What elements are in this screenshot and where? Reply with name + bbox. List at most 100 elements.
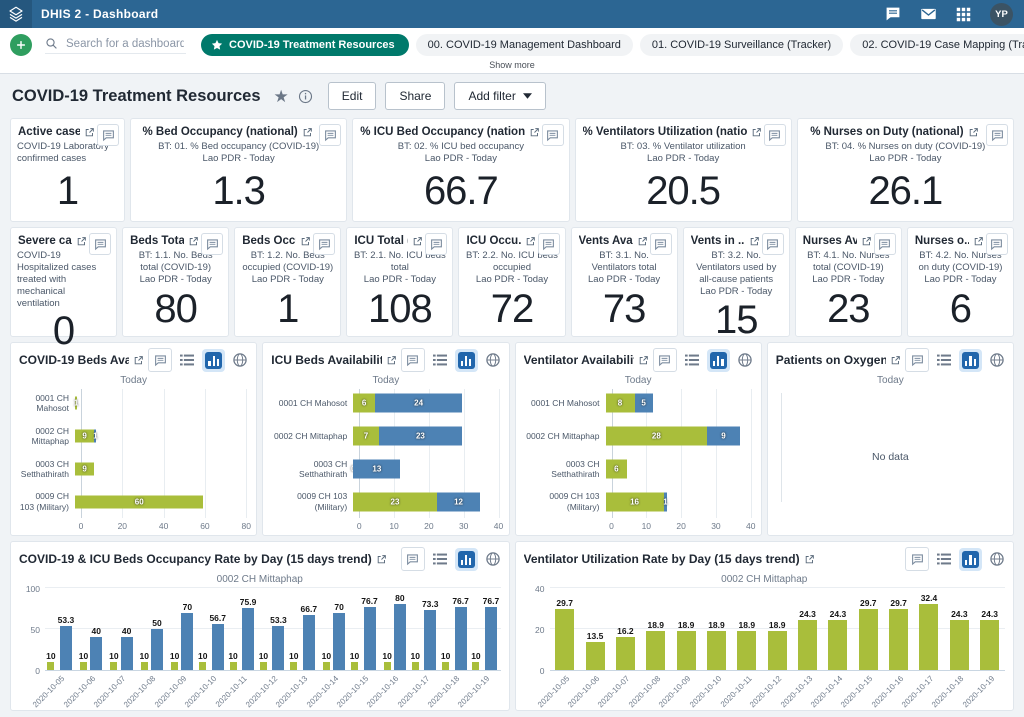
bar-label: 1 xyxy=(663,497,667,506)
open-in-app-icon[interactable] xyxy=(751,127,762,138)
info-icon[interactable] xyxy=(298,89,313,104)
bar-label: 7 xyxy=(364,432,368,441)
open-in-app-icon[interactable] xyxy=(76,236,87,247)
open-in-app-icon[interactable] xyxy=(302,127,313,138)
comment-button[interactable] xyxy=(542,124,564,146)
bar-label: 18.9 xyxy=(647,620,664,630)
comment-button[interactable] xyxy=(986,233,1008,255)
dashboard-chip[interactable]: COVID-19 Treatment Resources xyxy=(201,34,409,56)
table-view-button[interactable] xyxy=(936,552,952,566)
comment-icon xyxy=(154,354,167,367)
map-view-button[interactable] xyxy=(485,352,501,368)
app-title: DHIS 2 - Dashboard xyxy=(41,7,158,21)
comment-button[interactable] xyxy=(986,124,1008,146)
chart-view-button[interactable] xyxy=(455,548,478,571)
open-in-app-icon[interactable] xyxy=(638,355,649,366)
open-in-app-icon[interactable] xyxy=(300,236,311,247)
dashboard-chip[interactable]: 02. COVID-19 Case Mapping (Tracker) xyxy=(850,34,1024,56)
comment-icon xyxy=(406,354,419,367)
open-in-app-icon[interactable] xyxy=(412,236,423,247)
comment-button[interactable] xyxy=(653,348,677,372)
comment-button[interactable] xyxy=(401,547,425,571)
show-more-link[interactable]: Show more xyxy=(10,56,1014,73)
dashboard-chip[interactable]: 00. COVID-19 Management Dashboard xyxy=(416,34,633,56)
hbar-plot: 0001 CH Mahosot10002 CH Mittaphap910003 … xyxy=(19,387,248,532)
bar xyxy=(290,662,297,670)
open-in-app-icon[interactable] xyxy=(968,127,979,138)
map-view-button[interactable] xyxy=(989,551,1005,567)
comment-icon xyxy=(406,553,419,566)
bar-label: 24.3 xyxy=(951,609,968,619)
comment-button[interactable] xyxy=(425,233,447,255)
column-plot: 0204029.713.516.218.918.918.918.918.924.… xyxy=(524,586,1006,707)
chart-view-button[interactable] xyxy=(959,349,982,372)
bar xyxy=(485,607,497,670)
bar-segment: 9 xyxy=(707,427,740,446)
share-button[interactable]: Share xyxy=(385,82,445,110)
messages-icon[interactable] xyxy=(885,6,901,22)
open-in-app-icon[interactable] xyxy=(890,355,901,366)
card-title: % Bed Occupancy (national) xyxy=(142,126,297,138)
table-view-button[interactable] xyxy=(936,353,952,367)
add-dashboard-button[interactable] xyxy=(10,34,32,56)
mail-icon[interactable] xyxy=(920,6,937,22)
bar xyxy=(616,637,635,670)
open-in-app-icon[interactable] xyxy=(386,355,397,366)
comment-button[interactable] xyxy=(148,348,172,372)
dashboard-chip[interactable]: 01. COVID-19 Surveillance (Tracker) xyxy=(640,34,843,56)
map-view-button[interactable] xyxy=(232,352,248,368)
comment-button[interactable] xyxy=(538,233,560,255)
comment-button[interactable] xyxy=(401,348,425,372)
open-in-app-icon[interactable] xyxy=(749,236,760,247)
user-avatar[interactable]: YP xyxy=(990,3,1013,26)
bar-label: 24.3 xyxy=(799,609,816,619)
card-value: 1.3 xyxy=(136,165,341,218)
open-in-app-icon[interactable] xyxy=(188,236,199,247)
bar xyxy=(242,608,254,670)
open-in-app-icon[interactable] xyxy=(804,554,815,565)
comment-button[interactable] xyxy=(905,547,929,571)
chart-view-button[interactable] xyxy=(707,349,730,372)
map-view-button[interactable] xyxy=(737,352,753,368)
open-in-app-icon[interactable] xyxy=(376,554,387,565)
table-view-button[interactable] xyxy=(432,353,448,367)
card-value: 26.1 xyxy=(803,165,1008,218)
bar-chart-icon xyxy=(962,551,979,568)
comment-button[interactable] xyxy=(313,233,335,255)
edit-button[interactable]: Edit xyxy=(328,82,377,110)
star-icon[interactable]: ★ xyxy=(274,88,289,105)
comment-button[interactable] xyxy=(650,233,672,255)
trend-charts-row: COVID-19 & ICU Beds Occupancy Rate by Da… xyxy=(10,541,1014,711)
comment-button[interactable] xyxy=(89,233,111,255)
dashboard-search-input[interactable] xyxy=(64,37,186,51)
apps-grid-icon[interactable] xyxy=(956,7,971,22)
bar xyxy=(384,662,391,670)
open-in-app-icon[interactable] xyxy=(861,236,872,247)
comment-button[interactable] xyxy=(764,124,786,146)
comment-button[interactable] xyxy=(905,348,929,372)
chart-view-button[interactable] xyxy=(959,548,982,571)
add-filter-button[interactable]: Add filter xyxy=(454,82,545,110)
open-in-app-icon[interactable] xyxy=(529,127,540,138)
chart-view-button[interactable] xyxy=(455,349,478,372)
comment-button[interactable] xyxy=(762,233,784,255)
dhis2-logo-icon[interactable] xyxy=(0,0,32,28)
table-view-button[interactable] xyxy=(179,353,195,367)
open-in-app-icon[interactable] xyxy=(973,236,984,247)
map-view-button[interactable] xyxy=(989,352,1005,368)
comment-button[interactable] xyxy=(319,124,341,146)
comment-button[interactable] xyxy=(201,233,223,255)
comment-button[interactable] xyxy=(97,124,119,146)
chart-view-button[interactable] xyxy=(202,349,225,372)
open-in-app-icon[interactable] xyxy=(133,355,144,366)
open-in-app-icon[interactable] xyxy=(525,236,536,247)
comment-button[interactable] xyxy=(874,233,896,255)
open-in-app-icon[interactable] xyxy=(84,127,95,138)
open-in-app-icon[interactable] xyxy=(637,236,648,247)
table-view-button[interactable] xyxy=(432,552,448,566)
bar-segment: 1 xyxy=(664,492,668,511)
card-subtitle: BT: 1.1. No. Beds total (COVID-19) Lao P… xyxy=(128,250,223,286)
map-view-button[interactable] xyxy=(485,551,501,567)
table-view-button[interactable] xyxy=(684,353,700,367)
bar-label: 23 xyxy=(391,497,400,506)
